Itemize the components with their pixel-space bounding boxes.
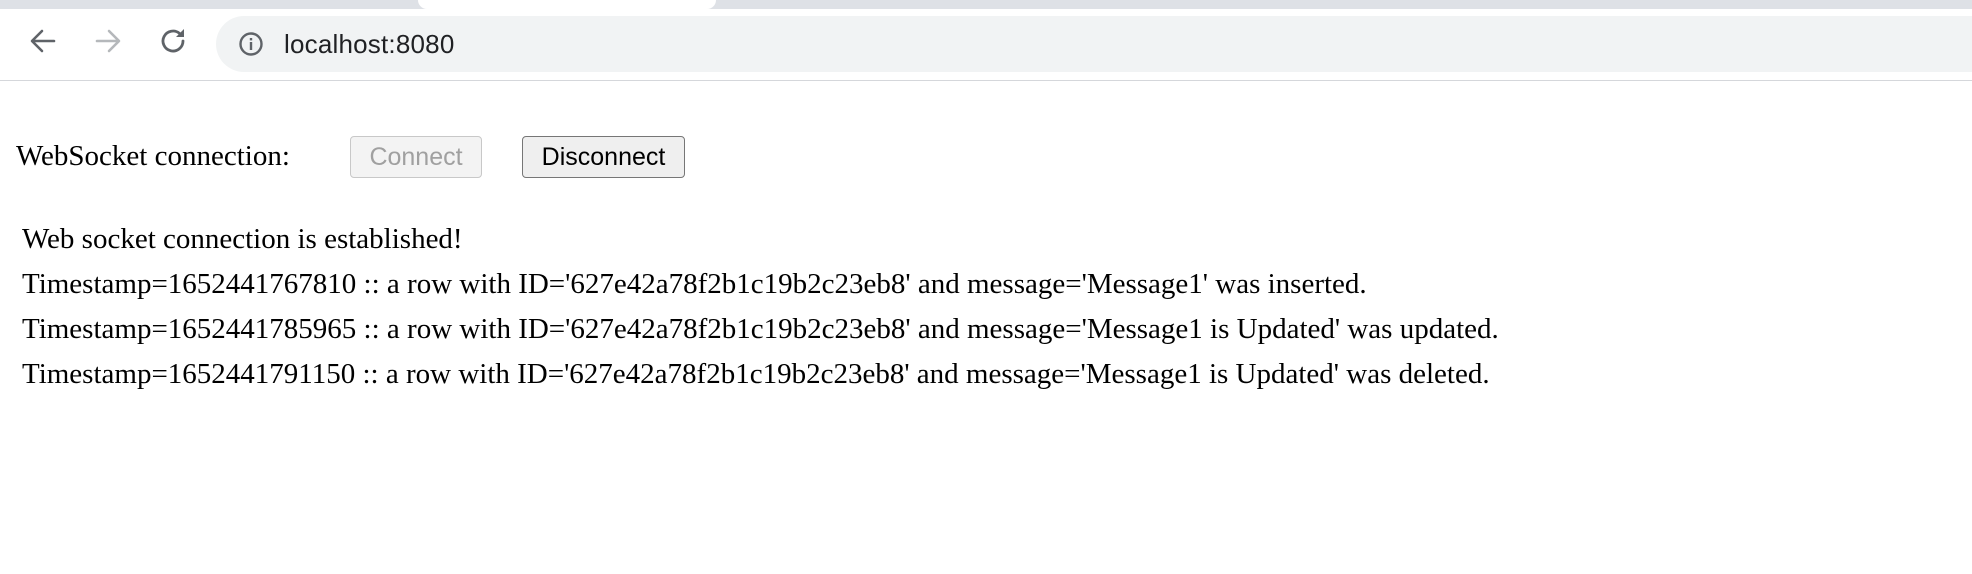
arrow-left-icon xyxy=(30,29,56,53)
log-line: Timestamp=1652441767810 :: a row with ID… xyxy=(22,268,1367,300)
connect-button[interactable]: Connect xyxy=(350,136,482,178)
tab-strip xyxy=(0,0,1972,9)
info-icon[interactable] xyxy=(238,31,264,57)
address-bar[interactable]: localhost:8080 xyxy=(216,16,1972,72)
arrow-right-icon xyxy=(95,29,121,53)
url-text: localhost:8080 xyxy=(284,29,455,59)
disconnect-button[interactable]: Disconnect xyxy=(522,136,685,178)
websocket-controls: WebSocket connection: xyxy=(16,134,290,178)
page-content: WebSocket connection: Connect Disconnect… xyxy=(0,82,1972,574)
reload-button[interactable] xyxy=(155,23,191,59)
websocket-connection-label: WebSocket connection: xyxy=(16,140,290,172)
browser-toolbar: localhost:8080 xyxy=(0,9,1972,81)
reload-icon xyxy=(161,29,185,53)
message-log: Web socket connection is established! Ti… xyxy=(22,217,1952,397)
forward-button[interactable] xyxy=(90,23,126,59)
log-line: Web socket connection is established! xyxy=(22,223,463,255)
log-line: Timestamp=1652441785965 :: a row with ID… xyxy=(22,313,1499,345)
log-line: Timestamp=1652441791150 :: a row with ID… xyxy=(22,358,1490,390)
back-button[interactable] xyxy=(25,23,61,59)
active-tab[interactable] xyxy=(418,0,716,9)
